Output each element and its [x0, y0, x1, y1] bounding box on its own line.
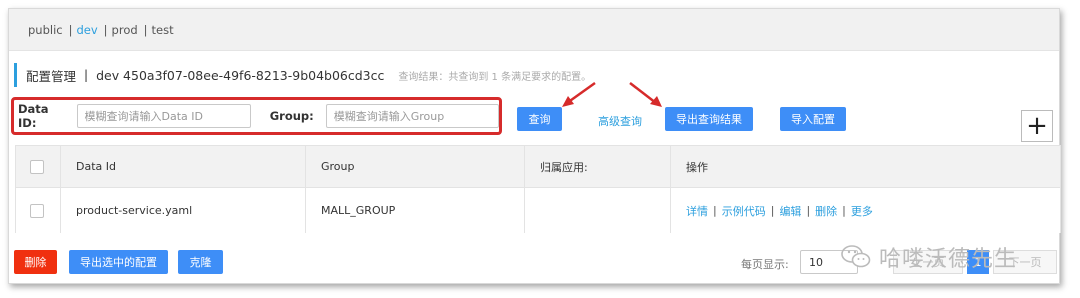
row-checkbox[interactable]: [30, 203, 44, 218]
action-separator: |: [770, 204, 775, 217]
namespace-separator: |: [143, 22, 148, 37]
row-data-id: product-service.yaml: [76, 204, 193, 217]
namespace-public[interactable]: public: [28, 23, 63, 37]
action-more-link[interactable]: 更多: [851, 203, 873, 219]
watermark: 哈喽沃德先生: [841, 239, 1017, 275]
page-title: 配置管理 | dev 450a3f07-08ee-49f6-8213-9b04b…: [14, 63, 591, 87]
row-select-cell: [30, 188, 44, 233]
export-results-button[interactable]: 导出查询结果: [665, 107, 753, 131]
add-config-button[interactable]: +: [1021, 110, 1053, 142]
action-separator: |: [713, 204, 717, 217]
namespace-id: dev 450a3f07-08ee-49f6-8213-9b04b06cd3cc: [96, 67, 385, 83]
query-button[interactable]: 查询: [517, 107, 562, 131]
column-divider: [60, 188, 61, 233]
page-title-text: 配置管理: [26, 68, 77, 84]
column-divider: [670, 188, 671, 233]
data-id-label: Data ID:: [18, 102, 49, 130]
config-table: Data Id Group 归属应用: 操作 product-service.y…: [15, 145, 1061, 233]
row-group: MALL_GROUP: [321, 204, 396, 217]
row-actions: 详情 | 示例代码 | 编辑 | 删除 | 更多: [686, 188, 873, 233]
nacos-config-panel: public | dev | prod | test 配置管理 | dev 45…: [8, 8, 1061, 284]
namespace-separator: |: [103, 22, 108, 37]
column-header-app: 归属应用:: [540, 160, 588, 174]
action-separator: |: [806, 204, 811, 217]
action-edit-link[interactable]: 编辑: [779, 203, 801, 219]
select-all-cell: [30, 146, 44, 187]
namespace-bar: public | dev | prod | test: [9, 9, 1059, 51]
watermark-text: 哈喽沃德先生: [879, 247, 1018, 272]
column-header-data-id: Data Id: [76, 160, 116, 173]
data-id-input[interactable]: 模糊查询请输入Data ID: [76, 104, 251, 128]
title-separator: |: [84, 68, 89, 82]
column-divider: [524, 146, 525, 187]
column-divider: [670, 146, 671, 187]
clone-button[interactable]: 克隆: [178, 250, 223, 274]
export-selected-button[interactable]: 导出选中的配置: [69, 250, 168, 274]
action-delete-link[interactable]: 删除: [815, 203, 837, 219]
table-header: Data Id Group 归属应用: 操作: [16, 146, 1060, 188]
select-all-checkbox[interactable]: [30, 159, 44, 174]
column-header-actions: 操作: [686, 160, 708, 174]
delete-button[interactable]: 删除: [14, 250, 57, 274]
column-divider: [305, 188, 306, 233]
action-detail-link[interactable]: 详情: [686, 203, 708, 219]
advanced-query-link[interactable]: 高级查询: [598, 113, 642, 129]
column-divider: [60, 146, 61, 187]
group-input[interactable]: 模糊查询请输入Group: [325, 104, 499, 128]
namespace-dev[interactable]: dev: [76, 23, 97, 37]
namespace-prod[interactable]: prod: [112, 23, 138, 37]
search-filters: Data ID: 模糊查询请输入Data ID Group: 模糊查询请输入Gr…: [11, 97, 502, 135]
import-config-button[interactable]: 导入配置: [780, 107, 846, 131]
column-divider: [524, 188, 525, 233]
page-size-label: 每页显示:: [741, 258, 789, 271]
group-label: Group:: [269, 109, 314, 123]
wechat-icon: [841, 245, 871, 268]
table-row: product-service.yaml MALL_GROUP 详情 | 示例代…: [16, 188, 1060, 233]
namespace-test[interactable]: test: [152, 23, 174, 37]
action-separator: |: [842, 204, 846, 217]
annotation-arrow-icon: [562, 81, 596, 107]
namespace-separator: |: [68, 22, 73, 37]
column-divider: [305, 146, 306, 187]
action-sample-code-link[interactable]: 示例代码: [722, 203, 766, 219]
column-header-group: Group: [321, 160, 355, 173]
annotation-arrow-icon: [629, 82, 662, 107]
